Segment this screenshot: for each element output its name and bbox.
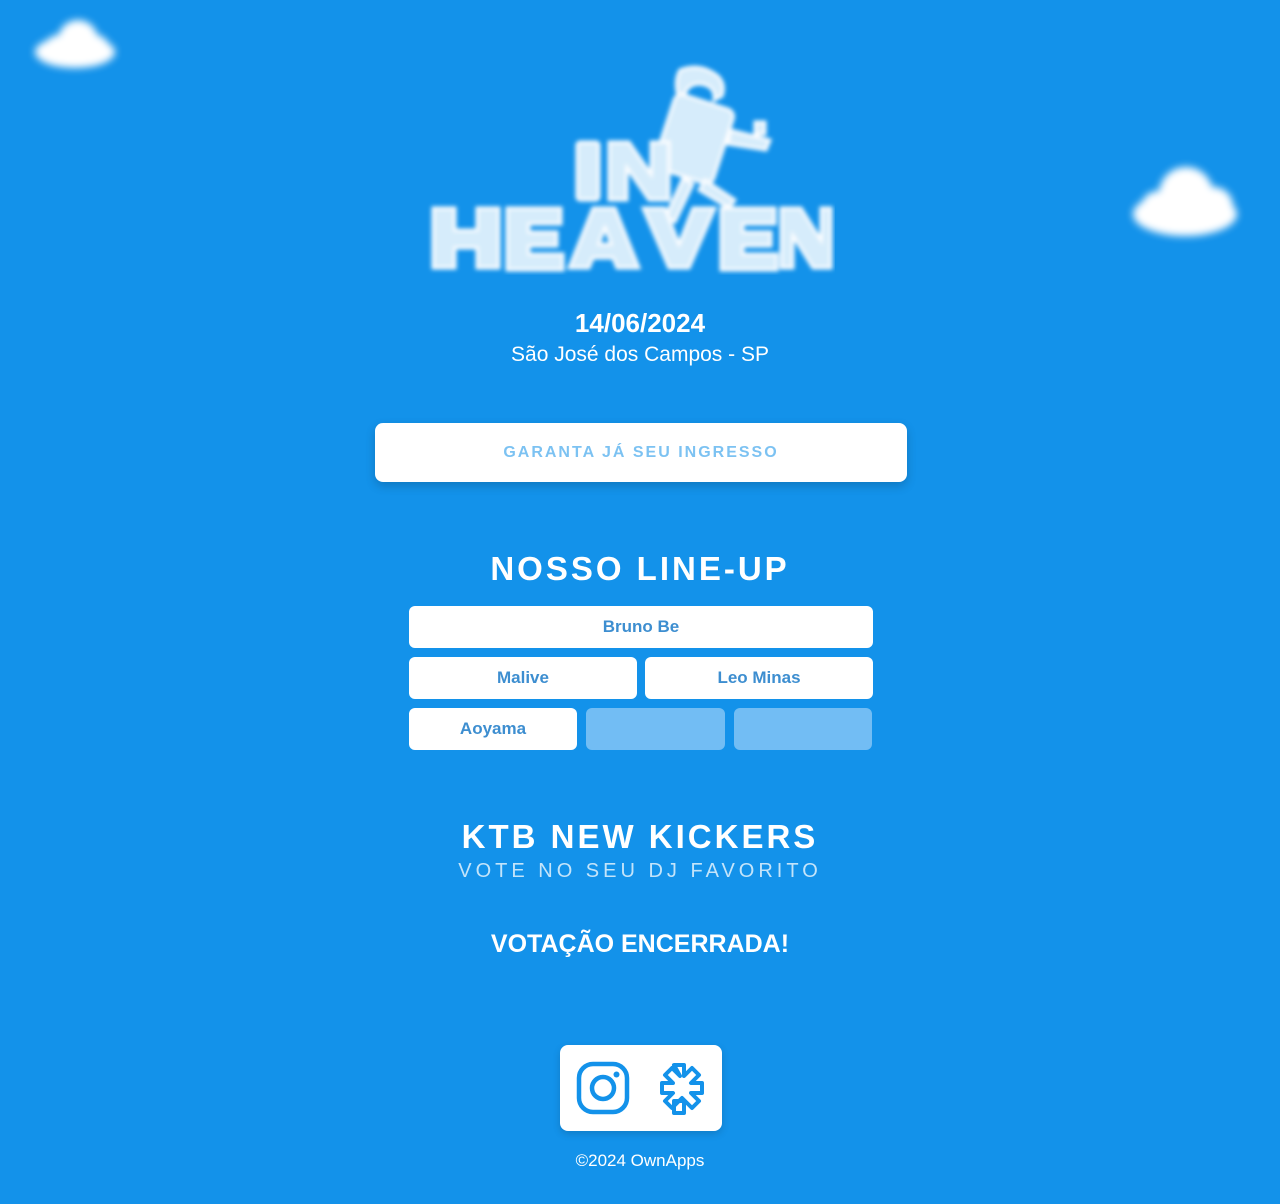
- event-location: São José dos Campos - SP: [511, 343, 769, 366]
- social-links: [560, 1045, 722, 1131]
- lineup-title: NOSSO LINE-UP: [490, 550, 790, 587]
- cloud-decoration-left: [30, 14, 120, 79]
- lineup-empty-slot: [586, 708, 725, 750]
- lineup-artist-bruno-be[interactable]: Bruno Be: [409, 606, 873, 648]
- lineup-empty-slot: [734, 708, 872, 750]
- buy-ticket-button[interactable]: GARANTA JÁ SEU INGRESSO: [375, 423, 907, 482]
- linktree-icon[interactable]: [652, 1061, 706, 1115]
- event-logo: [425, 60, 835, 275]
- event-date: 14/06/2024: [574, 308, 706, 338]
- lineup-artist-malive[interactable]: Malive: [409, 657, 637, 699]
- copyright-footer: ©2024 OwnApps: [575, 1151, 705, 1170]
- voting-status: VOTAÇÃO ENCERRADA!: [490, 930, 790, 958]
- lineup-artist-leo-minas[interactable]: Leo Minas: [645, 657, 873, 699]
- cloud-decoration-right: [1128, 158, 1243, 248]
- lineup-artist-aoyama[interactable]: Aoyama: [409, 708, 577, 750]
- kickers-title: KTB NEW KICKERS: [461, 818, 819, 855]
- kickers-subtitle: VOTE NO SEU DJ FAVORITO: [458, 860, 822, 882]
- instagram-icon[interactable]: [576, 1061, 630, 1115]
